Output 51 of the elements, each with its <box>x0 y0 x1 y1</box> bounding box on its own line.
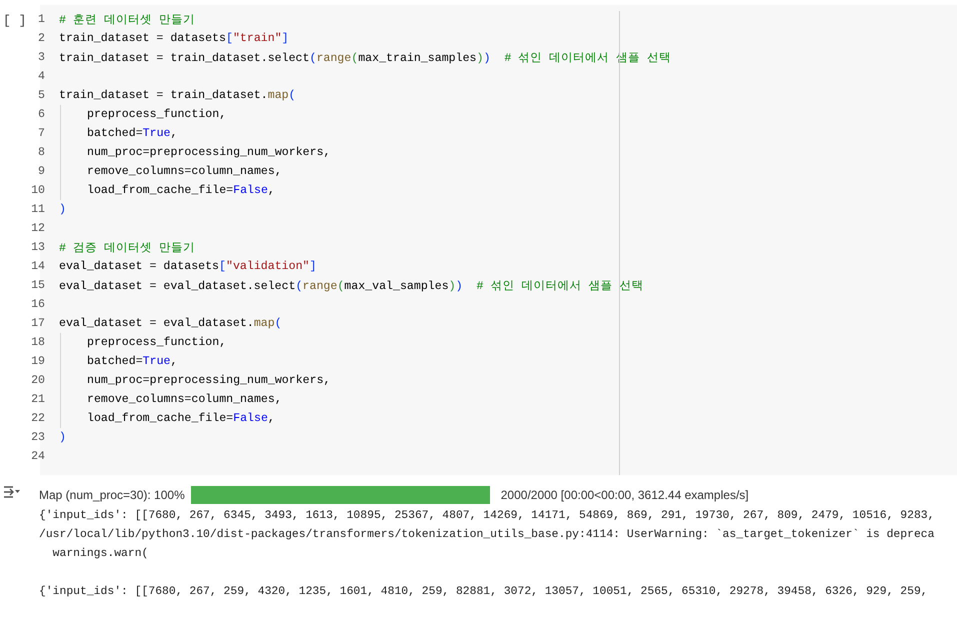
line-number: 19 <box>31 355 46 368</box>
line-number: 4 <box>37 70 46 83</box>
line-number: 17 <box>31 317 46 330</box>
line-number: 16 <box>31 298 46 311</box>
line-number: 18 <box>31 336 46 349</box>
line-number: 20 <box>31 374 46 387</box>
line-number: 8 <box>37 146 46 159</box>
output-text: {'input_ids': [[7680, 267, 259, 4320, 1235, 1601, 4810, 259, 82881, 3072, 13057, 10051, 2565, 65310, 29278, 39458, 6326, 929, 259, <box>39 584 929 600</box>
code-line: train_dataset = train_dataset.map( <box>59 89 296 102</box>
run-cell-button[interactable]: [ ] <box>3 13 26 28</box>
line-number: 22 <box>31 412 46 425</box>
code-comment: # 훈련 데이터셋 만들기 <box>59 13 195 27</box>
line-number: 1 <box>37 13 46 26</box>
code-line: batched=True, <box>87 355 178 368</box>
code-line: num_proc=preprocessing_num_workers, <box>87 374 331 387</box>
code-line: eval_dataset = datasets["validation"] <box>59 260 316 273</box>
code-line: preprocess_function, <box>87 108 226 121</box>
line-number: 11 <box>31 203 46 216</box>
line-number: 12 <box>31 222 46 235</box>
code-line: num_proc=preprocessing_num_workers, <box>87 146 331 159</box>
code-line: load_from_cache_file=False, <box>87 184 275 197</box>
progress-label: Map (num_proc=30): 100% <box>39 488 185 502</box>
output-text: /usr/local/lib/python3.10/dist-packages/transformers/tokenization_utils_base.py:4114: UserWarning: `as_target_tokenizer` is depreca <box>39 528 934 543</box>
progress-stats: 2000/2000 [00:00<00:00, 3612.44 examples/s] <box>500 488 749 502</box>
line-number: 24 <box>31 450 46 463</box>
line-number: 2 <box>37 32 46 45</box>
code-line: remove_columns=column_names, <box>87 393 282 406</box>
code-line: ) <box>59 431 66 444</box>
line-number: 14 <box>31 260 46 273</box>
code-line: train_dataset = datasets["train"] <box>59 32 289 45</box>
collapse-output-icon[interactable] <box>4 486 21 498</box>
code-line: remove_columns=column_names, <box>87 165 282 178</box>
line-number: 9 <box>37 165 46 178</box>
output-text: {'input_ids': [[7680, 267, 6345, 3493, 1613, 10895, 25367, 4807, 14269, 14171, 54869, 869, 291, 19730, 267, 809, 2479, 10516, 9283, <box>39 508 934 524</box>
line-number: 5 <box>37 89 46 102</box>
line-number: 23 <box>31 431 46 444</box>
line-number: 21 <box>31 393 46 406</box>
code-line: load_from_cache_file=False, <box>87 412 275 425</box>
line-number: 10 <box>31 184 46 197</box>
line-number: 13 <box>31 241 46 254</box>
output-text: warnings.warn( <box>52 546 150 562</box>
line-number: 7 <box>37 127 46 140</box>
code-line: ) <box>59 203 66 216</box>
code-line: preprocess_function, <box>87 336 226 349</box>
line-number: 6 <box>37 108 46 121</box>
code-line: eval_dataset = eval_dataset.map( <box>59 317 282 330</box>
code-line: batched=True, <box>87 127 178 140</box>
code-comment: # 검증 데이터셋 만들기 <box>59 241 195 255</box>
line-number: 15 <box>31 279 46 292</box>
line-number: 3 <box>37 51 46 64</box>
code-line: eval_dataset = eval_dataset.select(range(max_val_samples)) # 섞인 데이터에서 샘플 선택 <box>59 279 644 293</box>
